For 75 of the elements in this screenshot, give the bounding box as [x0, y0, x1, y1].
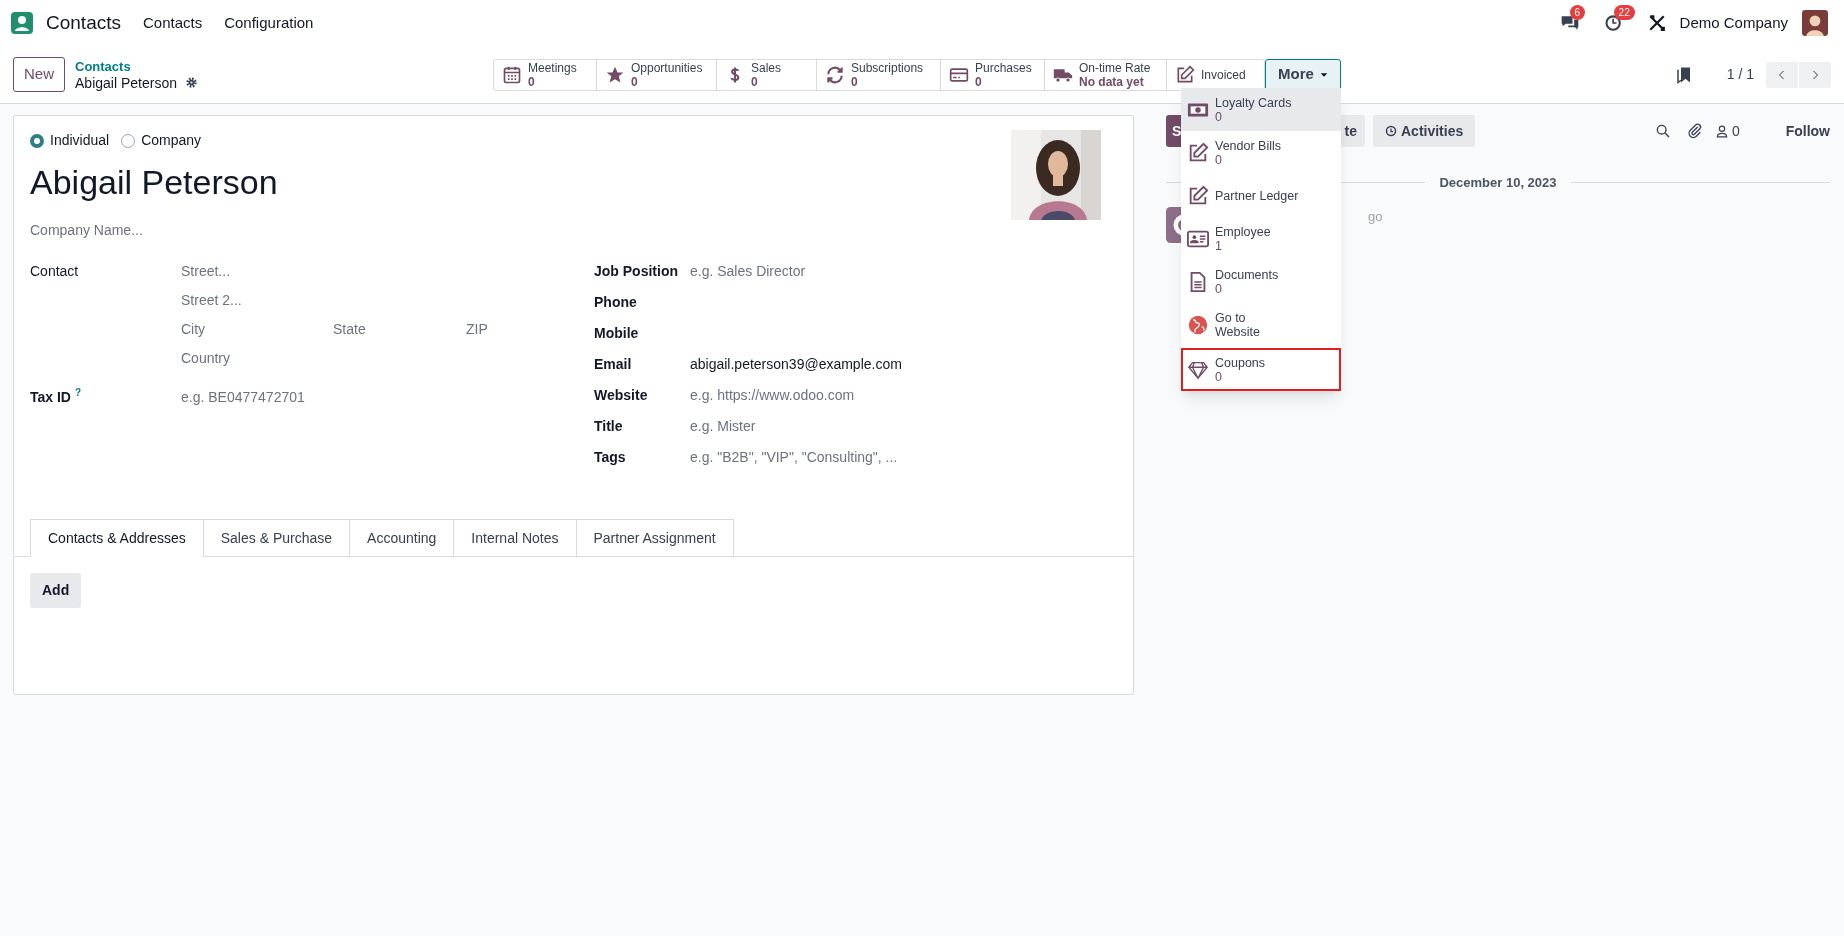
record-title: Abigail Peterson	[75, 74, 177, 91]
edit-icon	[1187, 141, 1209, 164]
tab[interactable]: Partner Assignment	[575, 519, 734, 557]
user-avatar-icon	[1802, 10, 1828, 36]
person-icon	[1714, 124, 1729, 138]
company-name-field[interactable]: Company Name...	[30, 220, 1011, 241]
new-button[interactable]: New	[13, 57, 65, 92]
radio-label: Company	[141, 131, 202, 150]
menu-item[interactable]: Coupons 0	[1181, 348, 1341, 391]
menu-item[interactable]: Go to Website	[1181, 303, 1341, 346]
caret-icon	[1319, 70, 1328, 79]
menu-item[interactable]: Employee 1	[1181, 217, 1341, 260]
company-name[interactable]: Demo Company	[1679, 11, 1788, 35]
calendar-icon	[502, 64, 522, 85]
field-label: Mobile	[594, 324, 640, 343]
previous-icon	[1766, 61, 1798, 88]
state-field[interactable]: State	[333, 319, 466, 340]
field-label: Website	[594, 386, 649, 405]
input-field[interactable]: e.g. https://www.odoo.com	[690, 385, 902, 405]
stat-button[interactable]: Sales 0	[716, 59, 816, 90]
street2-field[interactable]: Street 2...	[181, 290, 594, 311]
app-logo-icon	[10, 11, 34, 35]
notification-badge: 22	[1613, 5, 1635, 20]
field-label: Email	[594, 355, 633, 374]
input-field[interactable]: abigail.peterson39@example.com	[690, 354, 902, 374]
menu-item[interactable]: Vendor Bills 0	[1181, 131, 1341, 174]
stat-button[interactable]: Opportunities 0	[596, 59, 716, 90]
refresh-icon	[825, 64, 845, 85]
pager-value[interactable]: 1 / 1	[1726, 64, 1754, 85]
add-button[interactable]: Add	[30, 573, 82, 608]
name-field[interactable]: Abigail Peterson	[30, 157, 1011, 208]
radio-label: Individual	[50, 131, 110, 150]
date-separator: December 10, 2023	[1439, 174, 1557, 192]
tax-id-field[interactable]: e.g. BE0477472701	[181, 387, 594, 408]
notification-badge: 6	[1569, 5, 1586, 20]
paperclip-icon	[1686, 123, 1703, 139]
stat-button[interactable]: On-time Rate No data yet	[1044, 59, 1166, 90]
menu-item[interactable]: Contacts	[143, 11, 203, 35]
stat-button[interactable]: Meetings 0	[494, 59, 596, 90]
menu-item[interactable]: Partner Ledger	[1181, 174, 1341, 217]
search-icon	[1654, 123, 1671, 139]
street-field[interactable]: Street...	[181, 261, 594, 282]
clock-icon	[1385, 125, 1397, 137]
followers-button[interactable]: 0	[1714, 120, 1740, 142]
tab[interactable]: Sales & Purchase	[202, 519, 351, 557]
radio-button[interactable]	[30, 133, 44, 148]
field-label: Tax ID	[30, 388, 71, 407]
activities-button[interactable]: Activities	[1373, 115, 1476, 147]
more-button[interactable]: More	[1265, 58, 1341, 91]
zip-field[interactable]: ZIP	[466, 319, 594, 340]
app-title[interactable]: Contacts	[46, 8, 121, 38]
edit-icon	[1175, 64, 1195, 85]
edit-icon	[1187, 184, 1209, 207]
field-label: Phone	[594, 293, 638, 312]
input-field[interactable]: e.g. Mister	[690, 416, 902, 436]
stat-button[interactable]: Subscriptions 0	[816, 59, 940, 90]
follow-button[interactable]: Follow	[1785, 120, 1830, 142]
tab[interactable]: Contacts & Addresses	[30, 519, 204, 557]
city-field[interactable]: City	[181, 319, 333, 340]
help-icon[interactable]: ?	[75, 387, 82, 408]
breadcrumb-link[interactable]: Contacts	[75, 58, 485, 75]
next-icon	[1799, 61, 1831, 88]
menu-item[interactable]: Loyalty Cards 0	[1181, 88, 1341, 131]
menu-item[interactable]: Documents 0	[1181, 260, 1341, 303]
field-label: Contact	[30, 262, 80, 281]
stat-button[interactable]: Purchases 0	[940, 59, 1044, 90]
input-field[interactable]: e.g. Sales Director	[690, 261, 902, 281]
field-label: Title	[594, 417, 624, 436]
country-field[interactable]: Country	[181, 348, 594, 369]
menu-item[interactable]: Configuration	[224, 11, 314, 35]
message-time: go	[1368, 207, 1383, 226]
input-field[interactable]: e.g. "B2B", "VIP", "Consulting", ...	[690, 447, 902, 467]
field-label: Tags	[594, 448, 627, 467]
bookmarks-icon	[1674, 65, 1693, 84]
field-label: Job Position	[594, 262, 679, 281]
